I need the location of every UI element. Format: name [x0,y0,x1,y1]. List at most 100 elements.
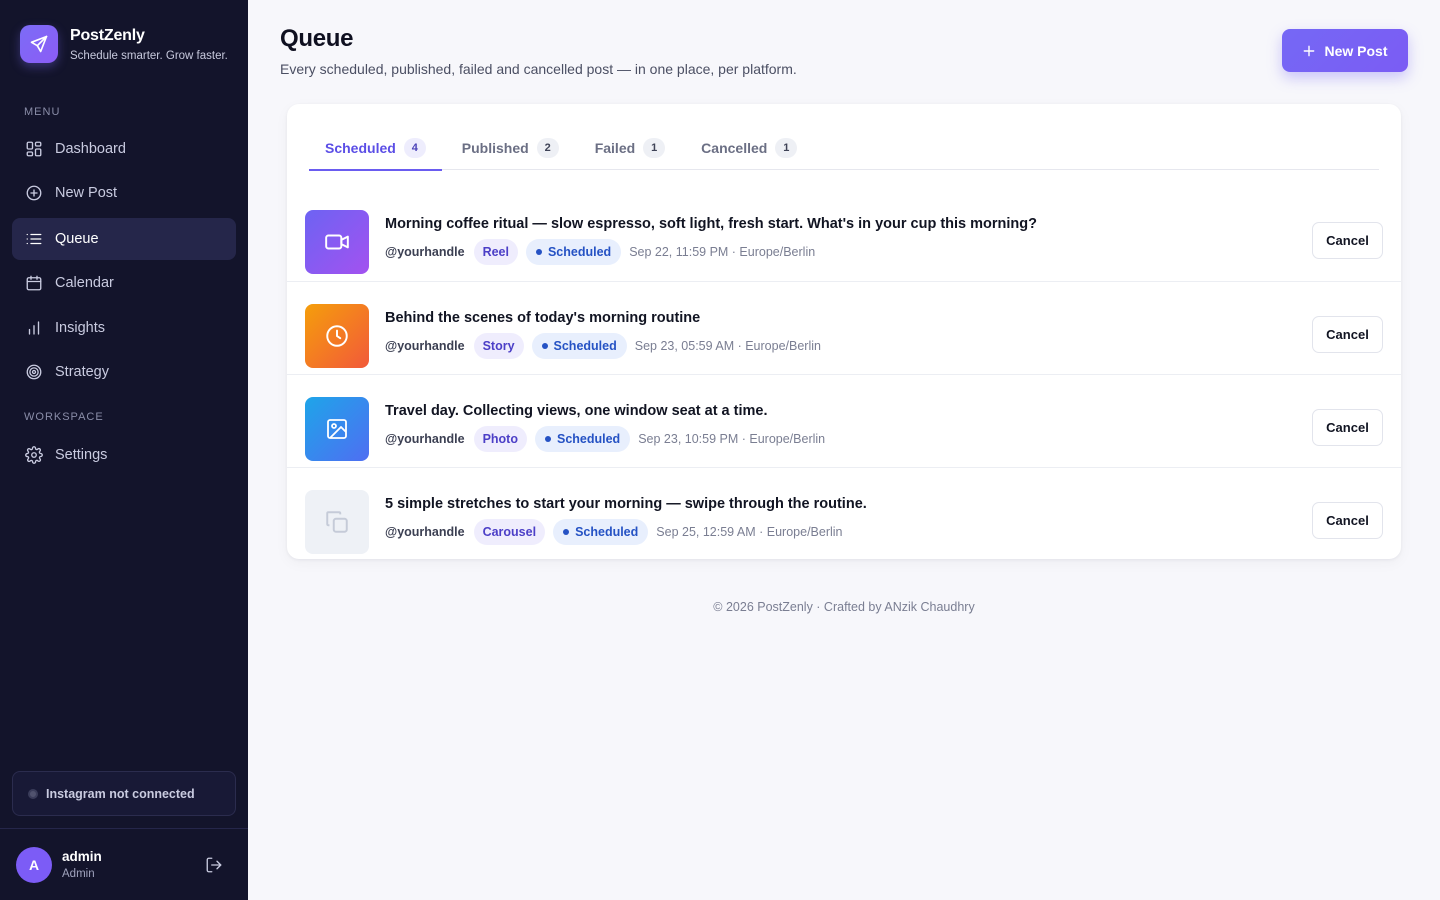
tab-count-badge: 1 [775,138,798,158]
instagram-status-label: Instagram not connected [46,786,195,801]
tab-scheduled[interactable]: Scheduled 4 [309,126,442,171]
tab-cancelled[interactable]: Cancelled 1 [685,126,813,170]
sidebar-item-label: New Post [55,185,118,201]
user-role: Admin [62,868,95,880]
footer-credit: © 2026 PostZenly · Crafted by ANzik Chau… [713,600,975,614]
post-schedule-time: Sep 23, 10:59 PM · Europe/Berlin [638,432,826,446]
post-schedule-time: Sep 25, 12:59 AM · Europe/Berlin [656,525,843,539]
tab-label: Failed [594,140,636,156]
queue-card: Scheduled 4 Published 2 Failed 1 Cancell… [287,104,1401,559]
post-handle: @yourhandle [385,432,465,446]
cancel-button[interactable]: Cancel [1312,502,1383,539]
tab-label: Published [461,140,529,156]
cancel-button[interactable]: Cancel [1312,222,1383,259]
new-post-button[interactable]: New Post [1282,29,1408,72]
page-title: Queue [280,25,354,52]
status-dot-icon [563,529,570,535]
image-icon [305,397,369,461]
tab-label: Cancelled [701,140,768,156]
tab-failed[interactable]: Failed 1 [579,126,681,170]
sidebar-item-dashboard[interactable]: Dashboard [12,128,236,170]
tab-published[interactable]: Published 2 [446,126,575,170]
status-dot-icon [28,788,38,799]
status-badge: Scheduled [534,426,631,452]
cancel-button[interactable]: Cancel [1312,409,1383,446]
post-schedule-time: Sep 22, 11:59 PM · Europe/Berlin [629,245,816,259]
logout-icon[interactable] [203,854,225,876]
status-dot-icon [535,249,542,255]
post-meta: @yourhandle Story Scheduled Sep 23, 05:5… [385,333,821,359]
plus-circle-icon [24,183,44,203]
sidebar-item-label: Insights [55,320,105,336]
post-handle: @yourhandle [385,245,465,259]
list-item: 5 simple stretches to start your morning… [287,467,1401,560]
brand[interactable]: PostZenly Schedule smarter. Grow faster. [20,25,228,63]
sidebar-item-label: Calendar [55,275,114,291]
sidebar-item-new-post[interactable]: New Post [12,172,236,214]
new-post-button-label: New Post [1324,42,1388,59]
sidebar-item-label: Settings [55,447,108,463]
workspace-section-label: WORKSPACE [24,411,104,423]
tab-count-badge: 2 [536,138,559,158]
status-badge: Scheduled [553,519,649,545]
sidebar-item-queue[interactable]: Queue [12,218,236,260]
post-caption: Morning coffee ritual — slow espresso, s… [385,216,1037,232]
tab-count-badge: 4 [403,138,426,158]
list-item: Morning coffee ritual — slow espresso, s… [287,188,1401,281]
video-camera-icon [305,210,369,274]
status-label: Scheduled [556,432,621,446]
paper-plane-icon [20,25,58,63]
list-item: Travel day. Collecting views, one window… [287,374,1401,467]
user-profile: A admin Admin [0,828,248,900]
status-dot-icon [541,343,548,349]
brand-name: PostZenly [70,26,145,44]
user-name: admin [62,849,102,864]
sidebar-item-insights[interactable]: Insights [12,307,236,349]
sidebar-item-label: Strategy [55,364,109,380]
brand-tagline: Schedule smarter. Grow faster. [70,49,228,62]
post-type-badge: Photo [473,426,527,452]
page-subtitle: Every scheduled, published, failed and c… [280,61,797,77]
list-icon [24,229,44,249]
avatar[interactable]: A [16,846,52,883]
sidebar-item-calendar[interactable]: Calendar [12,262,236,304]
instagram-connection-status[interactable]: Instagram not connected [12,771,236,816]
post-handle: @yourhandle [385,525,465,539]
post-schedule-time: Sep 23, 05:59 AM · Europe/Berlin [634,339,821,353]
post-handle: @yourhandle [385,339,465,353]
gear-icon [24,445,44,465]
sidebar-item-strategy[interactable]: Strategy [12,351,236,393]
target-icon [24,362,44,382]
clock-icon [305,304,369,368]
status-badge: Scheduled [531,333,627,359]
post-meta: @yourhandle Carousel Scheduled Sep 25, 1… [385,519,843,545]
status-label: Scheduled [547,245,612,259]
status-badge: Scheduled [525,239,622,265]
menu-section-label: MENU [24,106,61,118]
post-caption: Behind the scenes of today's morning rou… [385,310,701,326]
status-label: Scheduled [553,339,617,353]
plus-icon [1302,44,1316,58]
post-type-badge: Story [473,333,524,359]
post-meta: @yourhandle Photo Scheduled Sep 23, 10:5… [385,426,825,452]
list-item: Behind the scenes of today's morning rou… [287,281,1401,374]
copy-stack-icon [305,490,369,554]
bar-chart-icon [24,318,44,338]
sidebar-item-settings[interactable]: Settings [12,434,236,476]
calendar-icon [24,273,44,293]
tab-count-badge: 1 [643,138,666,158]
sidebar-item-label: Queue [55,231,99,247]
cancel-button[interactable]: Cancel [1312,316,1383,353]
status-dot-icon [544,436,551,442]
sidebar-item-label: Dashboard [55,141,126,157]
status-tabs: Scheduled 4 Published 2 Failed 1 Cancell… [309,126,1379,171]
dashboard-grid-icon [24,139,44,159]
post-type-badge: Reel [473,239,518,265]
post-caption: 5 simple stretches to start your morning… [385,496,867,512]
status-label: Scheduled [575,525,639,539]
post-type-badge: Carousel [473,519,546,545]
sidebar: PostZenly Schedule smarter. Grow faster.… [0,0,248,900]
tab-label: Scheduled [325,140,396,156]
post-caption: Travel day. Collecting views, one window… [385,403,768,419]
post-meta: @yourhandle Reel Scheduled Sep 22, 11:59… [385,239,815,265]
